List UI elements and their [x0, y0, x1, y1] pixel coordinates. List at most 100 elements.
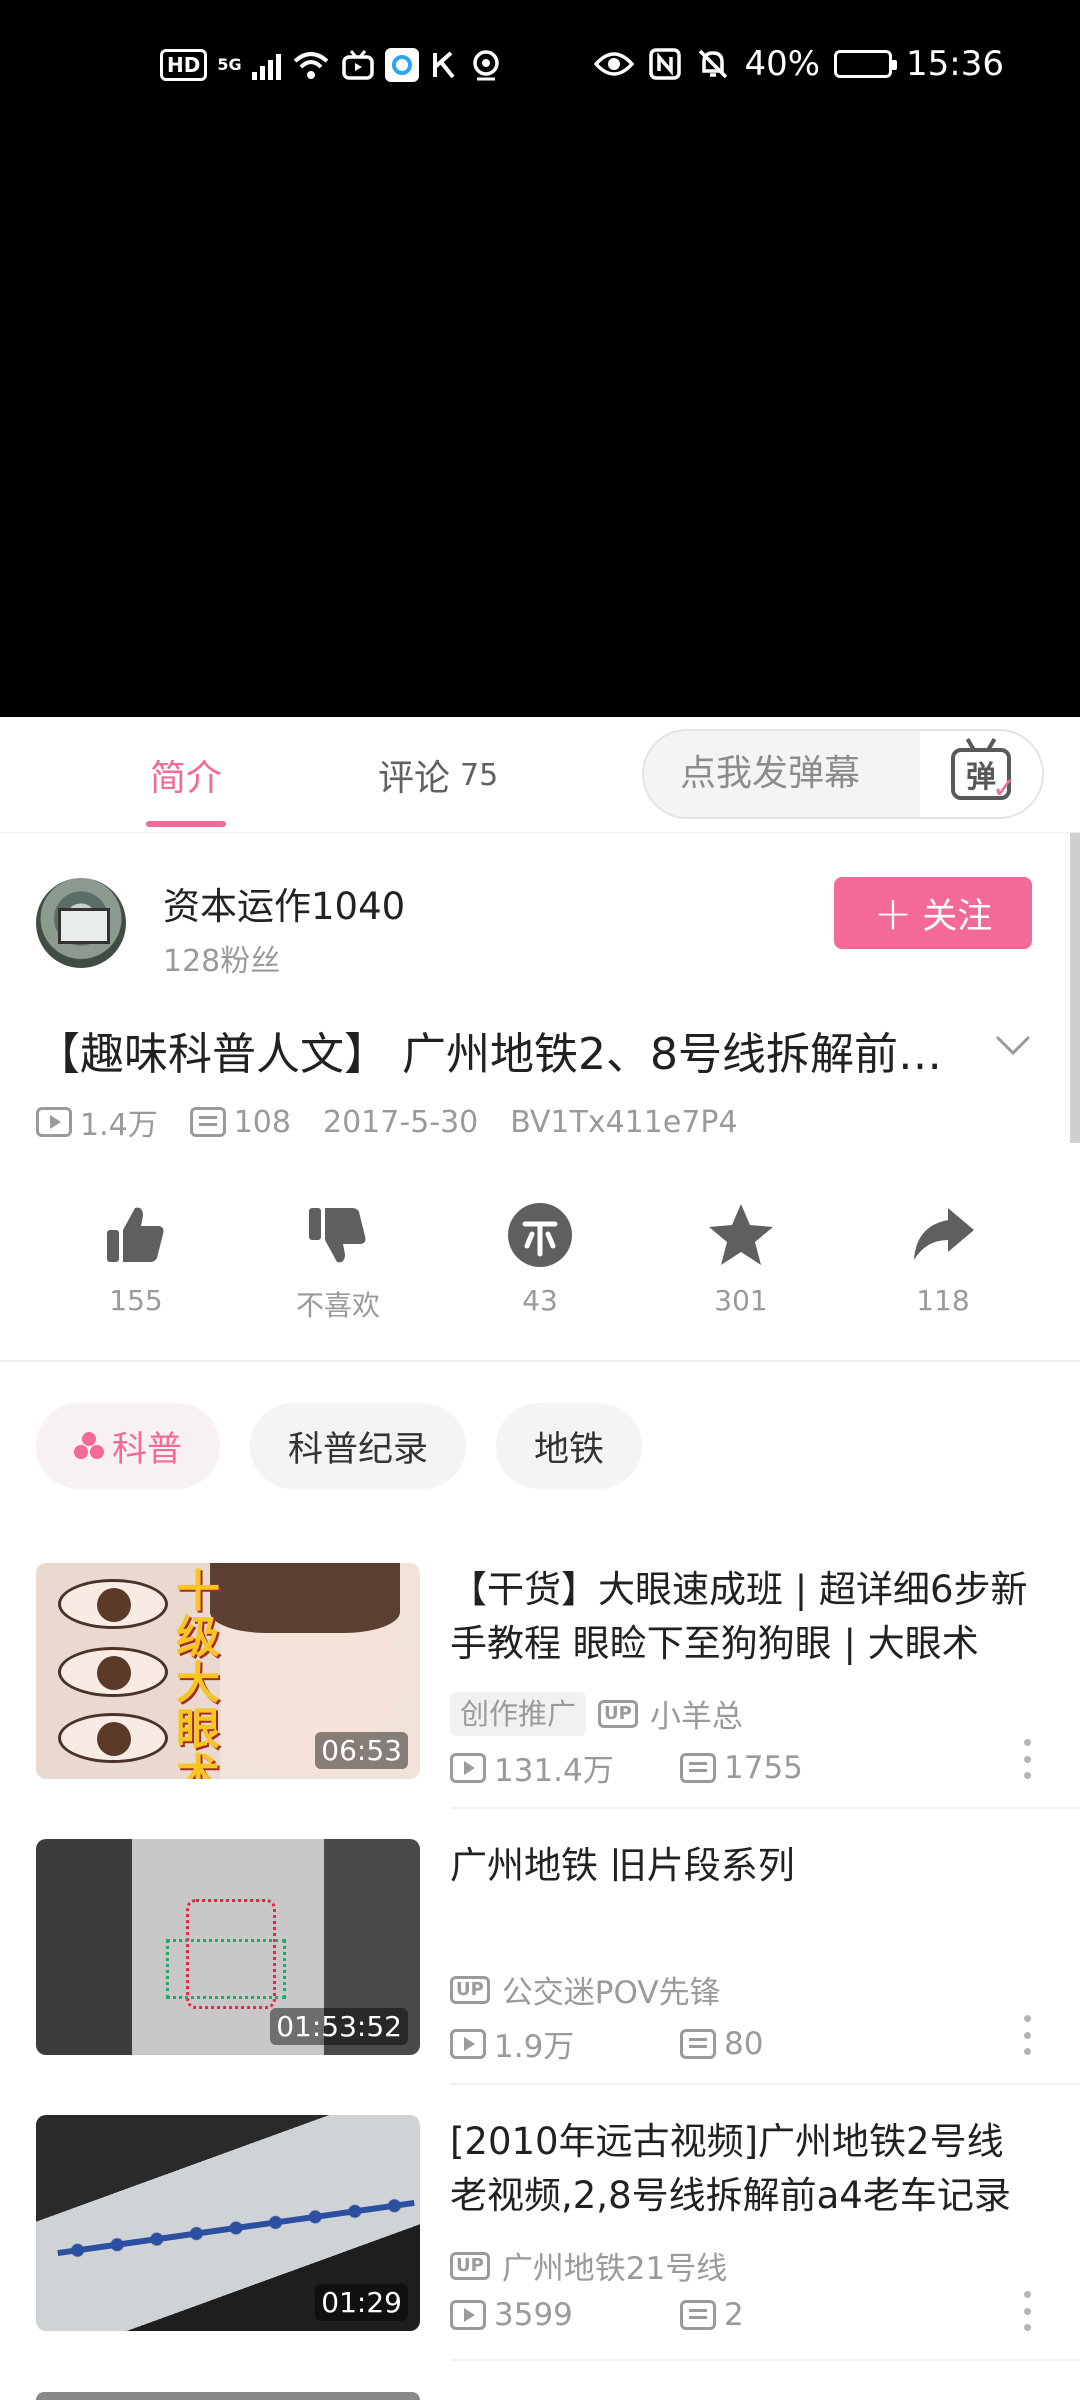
check-icon: ✓ — [991, 771, 1017, 806]
publish-date: 2017-5-30 — [322, 1104, 479, 1140]
thumbs-down-icon — [309, 1208, 366, 1263]
danmaku-count: 80 — [724, 2025, 764, 2062]
danmaku-icon: 弹 ✓ — [951, 748, 1017, 806]
browser-app-icon — [384, 48, 419, 82]
tag-label: 科普 — [112, 1429, 183, 1470]
mute-bell-icon — [699, 49, 728, 79]
status-bar: HD 5G 40% 15:36 — [0, 0, 1080, 136]
follow-label: 关注 — [922, 896, 993, 937]
dislike-button[interactable]: 不喜欢 — [268, 1200, 408, 1324]
network-type-icon: 5G — [217, 55, 242, 74]
tab-intro[interactable]: 简介 — [145, 717, 227, 833]
tab-comments-label: 评论 — [378, 758, 451, 799]
next-video-thumbnail[interactable] — [36, 2392, 420, 2400]
views-count: 3599 — [494, 2297, 573, 2333]
video-title[interactable]: 广州地铁 旧片段系列 — [450, 1839, 1030, 1893]
danmaku-stat: 108 — [189, 1104, 291, 1140]
tag-item-science[interactable]: 科普 — [36, 1403, 221, 1489]
wifi-icon — [293, 52, 328, 79]
danmaku-count-icon — [680, 2028, 716, 2059]
video-stats: 131.4万 1755 — [450, 1745, 910, 1790]
uploader-name[interactable]: 资本运作1040 — [163, 876, 405, 930]
play-count-icon — [36, 1107, 72, 1137]
danmaku-count-icon — [189, 1107, 226, 1137]
hd-icon: HD — [160, 49, 208, 81]
up-icon: UP — [598, 1699, 638, 1728]
thumb-eye — [58, 1647, 168, 1697]
tv-app-icon — [341, 50, 374, 80]
tab-intro-label: 简介 — [150, 758, 223, 799]
chevron-down-icon[interactable] — [993, 1025, 1033, 1065]
uploader-fans: 128粉丝 — [163, 944, 281, 979]
play-count-icon — [450, 2028, 486, 2059]
views-count: 1.9万 — [494, 2029, 575, 2065]
scrollbar[interactable] — [1070, 833, 1080, 1143]
views-stat: 1.4万 — [36, 1100, 158, 1144]
owner-name: 小羊总 — [649, 1699, 743, 1735]
up-icon: UP — [450, 2251, 490, 2280]
bvid: BV1Tx411e7P4 — [510, 1104, 738, 1140]
share-button[interactable]: 118 — [873, 1200, 1013, 1317]
tag-label: 地铁 — [534, 1429, 605, 1470]
video-owner: UP 公交迷POV先锋 — [450, 1967, 721, 2012]
video-duration: 01:29 — [315, 2284, 408, 2321]
promo-badge: 创作推广 — [450, 1691, 587, 1736]
thumb-map-line — [166, 1939, 286, 1999]
nfc-icon — [649, 48, 682, 80]
video-thumbnail[interactable]: 01:29 — [36, 2115, 420, 2331]
danmaku-count: 1755 — [724, 1749, 803, 1786]
share-count: 118 — [916, 1284, 970, 1317]
video-thumbnail[interactable]: 01:53:52 — [36, 1839, 420, 2055]
thumbs-up-icon — [107, 1207, 164, 1262]
status-left-icons: HD 5G — [160, 48, 503, 82]
status-right-icons: 40% 15:36 — [594, 44, 1004, 84]
more-options-icon[interactable] — [1022, 2015, 1032, 2055]
video-stats: 3599 2 — [450, 2297, 910, 2333]
battery-percent: 40% — [744, 44, 821, 84]
recommended-video-2[interactable]: 01:53:52 广州地铁 旧片段系列 UP 公交迷POV先锋 1.9万 80 — [0, 1839, 1080, 2115]
video-player[interactable]: HD 5G 40% 15:36 — [0, 0, 1080, 717]
video-title[interactable]: 【趣味科普人文】 广州地铁2、8号线拆解前的最后时光 — [36, 1018, 966, 1082]
danmaku-count: 108 — [233, 1104, 291, 1140]
favorite-count: 301 — [714, 1284, 768, 1317]
dislike-label: 不喜欢 — [295, 1289, 380, 1322]
like-button[interactable]: 155 — [66, 1200, 206, 1317]
video-thumbnail[interactable]: 十级大眼术 06:53 — [36, 1563, 420, 1779]
recommended-video-1[interactable]: 十级大眼术 06:53 【干货】大眼速成班 | 超详细6步新手教程 眼睑下至狗狗… — [0, 1563, 1080, 1839]
play-count-icon — [450, 1752, 486, 1783]
comments-count: 75 — [460, 757, 499, 793]
like-count: 155 — [109, 1284, 163, 1317]
coin-count: 43 — [522, 1284, 558, 1317]
video-duration: 01:53:52 — [270, 2008, 408, 2045]
section-divider — [0, 1360, 1080, 1362]
recommended-video-3[interactable]: 01:29 [2010年远古视频]广州地铁2号线老视频,2,8号线拆解前a4老车… — [0, 2115, 1080, 2391]
views-count: 131.4万 — [494, 1753, 614, 1789]
coin-button[interactable]: 43 — [470, 1200, 610, 1317]
thumbnail-text: 十级大眼术 — [176, 1566, 220, 1780]
video-title[interactable]: [2010年远古视频]广州地铁2号线老视频,2,8号线拆解前a4老车记录 — [450, 2115, 1030, 2223]
tag-item-science-doc[interactable]: 科普纪录 — [250, 1403, 467, 1489]
more-options-icon[interactable] — [1022, 2291, 1032, 2331]
tab-comments[interactable]: 评论 75 — [378, 717, 498, 833]
coin-icon — [508, 1203, 572, 1267]
more-options-icon[interactable] — [1022, 1739, 1032, 1779]
favorite-button[interactable]: 301 — [671, 1200, 811, 1317]
danmaku-count: 2 — [724, 2297, 744, 2333]
card-divider — [450, 2083, 1080, 2085]
thumb-hair — [210, 1563, 400, 1633]
tag-item-metro[interactable]: 地铁 — [496, 1403, 643, 1489]
thumb-eye — [58, 1579, 168, 1629]
battery-icon — [834, 50, 898, 78]
owner-name: 广州地铁21号线 — [501, 2251, 728, 2287]
video-duration: 06:53 — [315, 1732, 408, 1769]
detail-tabs: 简介 评论 75 点我发弹幕 弹 ✓ — [0, 717, 1080, 833]
plus-icon: + — [873, 886, 913, 940]
video-stats: 1.9万 80 — [450, 2021, 910, 2066]
signal-icon — [251, 50, 281, 80]
video-title[interactable]: 【干货】大眼速成班 | 超详细6步新手教程 眼睑下至狗狗眼 | 大眼术 — [450, 1563, 1030, 1671]
danmaku-input[interactable]: 点我发弹幕 弹 ✓ — [642, 729, 1044, 819]
follow-button[interactable]: + 关注 — [834, 877, 1032, 949]
danmaku-placeholder: 点我发弹幕 — [680, 753, 861, 794]
danmaku-toggle-button[interactable]: 弹 ✓ — [920, 731, 1042, 817]
uploader-avatar[interactable] — [36, 878, 126, 968]
